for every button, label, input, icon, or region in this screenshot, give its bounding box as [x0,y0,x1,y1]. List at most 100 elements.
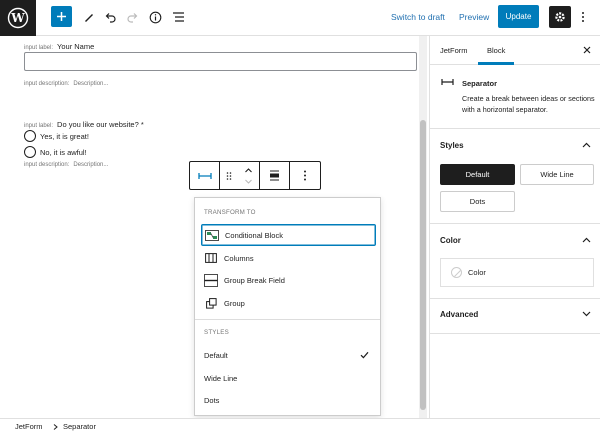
active-tab-indicator [478,62,514,65]
drag-handle-icon[interactable] [226,171,232,181]
close-sidebar-button[interactable] [581,44,593,56]
input-description-caption: input description: [24,162,70,168]
info-icon [149,11,161,23]
conditional-block-icon [205,228,219,242]
redo-button[interactable] [122,6,144,28]
svg-text:W: W [10,11,25,25]
field-description[interactable]: Description... [73,162,108,168]
breadcrumb-jetform[interactable]: JetForm [15,422,43,431]
sidebar-tabs: JetForm Block [430,36,600,65]
transform-heading: TRANSFORM TO [204,209,256,216]
style-wide-line-button[interactable]: Wide Line [520,164,594,185]
radio-option[interactable]: No, it is awful! [24,146,87,158]
block-type-button[interactable] [190,162,220,189]
block-breadcrumb: JetForm Separator [0,418,600,432]
transform-label: Group [224,298,245,308]
dropdown-divider [195,319,380,320]
tab-block[interactable]: Block [487,46,505,55]
color-section-title[interactable]: Color [440,236,461,245]
field-label[interactable]: Do you like our website? * [57,120,144,129]
wordpress-logo[interactable]: W [0,0,36,36]
breadcrumb-separator[interactable]: Separator [63,422,96,431]
style-option-default[interactable]: Default [204,345,369,365]
plus-icon [57,12,66,21]
scrollbar-thumb[interactable] [420,120,426,410]
more-vertical-icon [304,170,306,181]
styles-section-title[interactable]: Styles [440,141,464,150]
details-button[interactable] [144,6,166,28]
align-button[interactable] [260,162,290,189]
group-icon [204,296,218,310]
color-section-toggle[interactable] [580,234,592,246]
styles-section-toggle[interactable] [580,139,592,151]
wordpress-icon: W [7,7,29,29]
field-label[interactable]: Your Name [57,42,94,51]
block-toolbar [189,161,321,190]
undo-button[interactable] [99,6,121,28]
tab-jetform[interactable]: JetForm [440,46,468,55]
style-option-label: Default [204,350,228,360]
input-label-caption: input label: [24,45,54,51]
canvas-scrollbar[interactable] [419,36,427,418]
chevron-down-icon [582,311,590,317]
advanced-section-toggle[interactable] [580,308,592,320]
input-description-caption: input description: [24,81,70,87]
chevron-right-icon [53,424,58,430]
align-wide-icon [270,170,279,181]
chevron-up-icon [582,237,590,243]
style-default-button[interactable]: Default [440,164,515,185]
style-dots-button[interactable]: Dots [440,191,515,212]
move-controls [220,162,260,189]
list-view-button[interactable] [167,6,189,28]
style-option-label: Dots [204,395,220,405]
transform-group[interactable]: Group [201,292,376,314]
redo-icon [127,13,138,23]
color-picker-item[interactable]: Color [440,258,594,287]
style-option-dots[interactable]: Dots [204,390,369,410]
name-text-field[interactable] [24,52,417,71]
style-option-wide-line[interactable]: Wide Line [204,368,369,388]
tools-button[interactable] [78,6,100,28]
input-label-caption: input label: [24,123,54,129]
move-up-down-icon[interactable] [244,166,253,186]
group-break-icon [204,273,218,287]
block-title: Separator [462,79,498,88]
field-radio-description-row: input description: Description... [24,162,108,168]
add-block-button[interactable] [51,6,72,27]
editor-top-toolbar: W Switch to draft Preview Update [0,0,600,36]
field-name-label-row: input label: Your Name [24,42,94,51]
style-option-label: Wide Line [204,373,238,383]
sidebar-divider [430,333,600,334]
transform-conditional-block[interactable]: Conditional Block [201,224,376,246]
transform-label: Conditional Block [225,230,283,240]
field-radio-label-row: input label: Do you like our website? * [24,120,144,129]
color-item-label: Color [468,268,486,277]
transform-columns[interactable]: Columns [201,247,376,269]
block-switcher-dropdown: TRANSFORM TO Conditional Block Columns G… [194,197,381,416]
gear-icon [555,12,565,22]
separator-icon [197,172,212,179]
pencil-icon [85,14,93,22]
transform-group-break-field[interactable]: Group Break Field [201,269,376,291]
advanced-section-title[interactable]: Advanced [440,310,478,319]
styles-heading: STYLES [204,329,229,336]
color-swatch-icon [451,267,462,278]
block-options-button[interactable] [290,162,320,189]
radio-circle-icon[interactable] [24,146,36,158]
update-button[interactable]: Update [498,5,539,28]
options-button[interactable] [576,7,590,27]
list-view-icon [172,12,184,22]
sidebar-divider [430,223,600,224]
preview-link[interactable]: Preview [459,12,489,22]
columns-icon [204,251,218,265]
switch-to-draft-link[interactable]: Switch to draft [391,12,445,22]
radio-circle-icon[interactable] [24,130,36,142]
chevron-up-icon [582,142,590,148]
field-description[interactable]: Description... [73,81,108,87]
radio-option[interactable]: Yes, it is great! [24,130,89,142]
checkmark-icon [360,351,369,359]
settings-button[interactable] [549,6,571,28]
close-icon [583,46,591,54]
radio-option-label: No, it is awful! [40,147,87,157]
field-name-description-row: input description: Description... [24,81,108,87]
